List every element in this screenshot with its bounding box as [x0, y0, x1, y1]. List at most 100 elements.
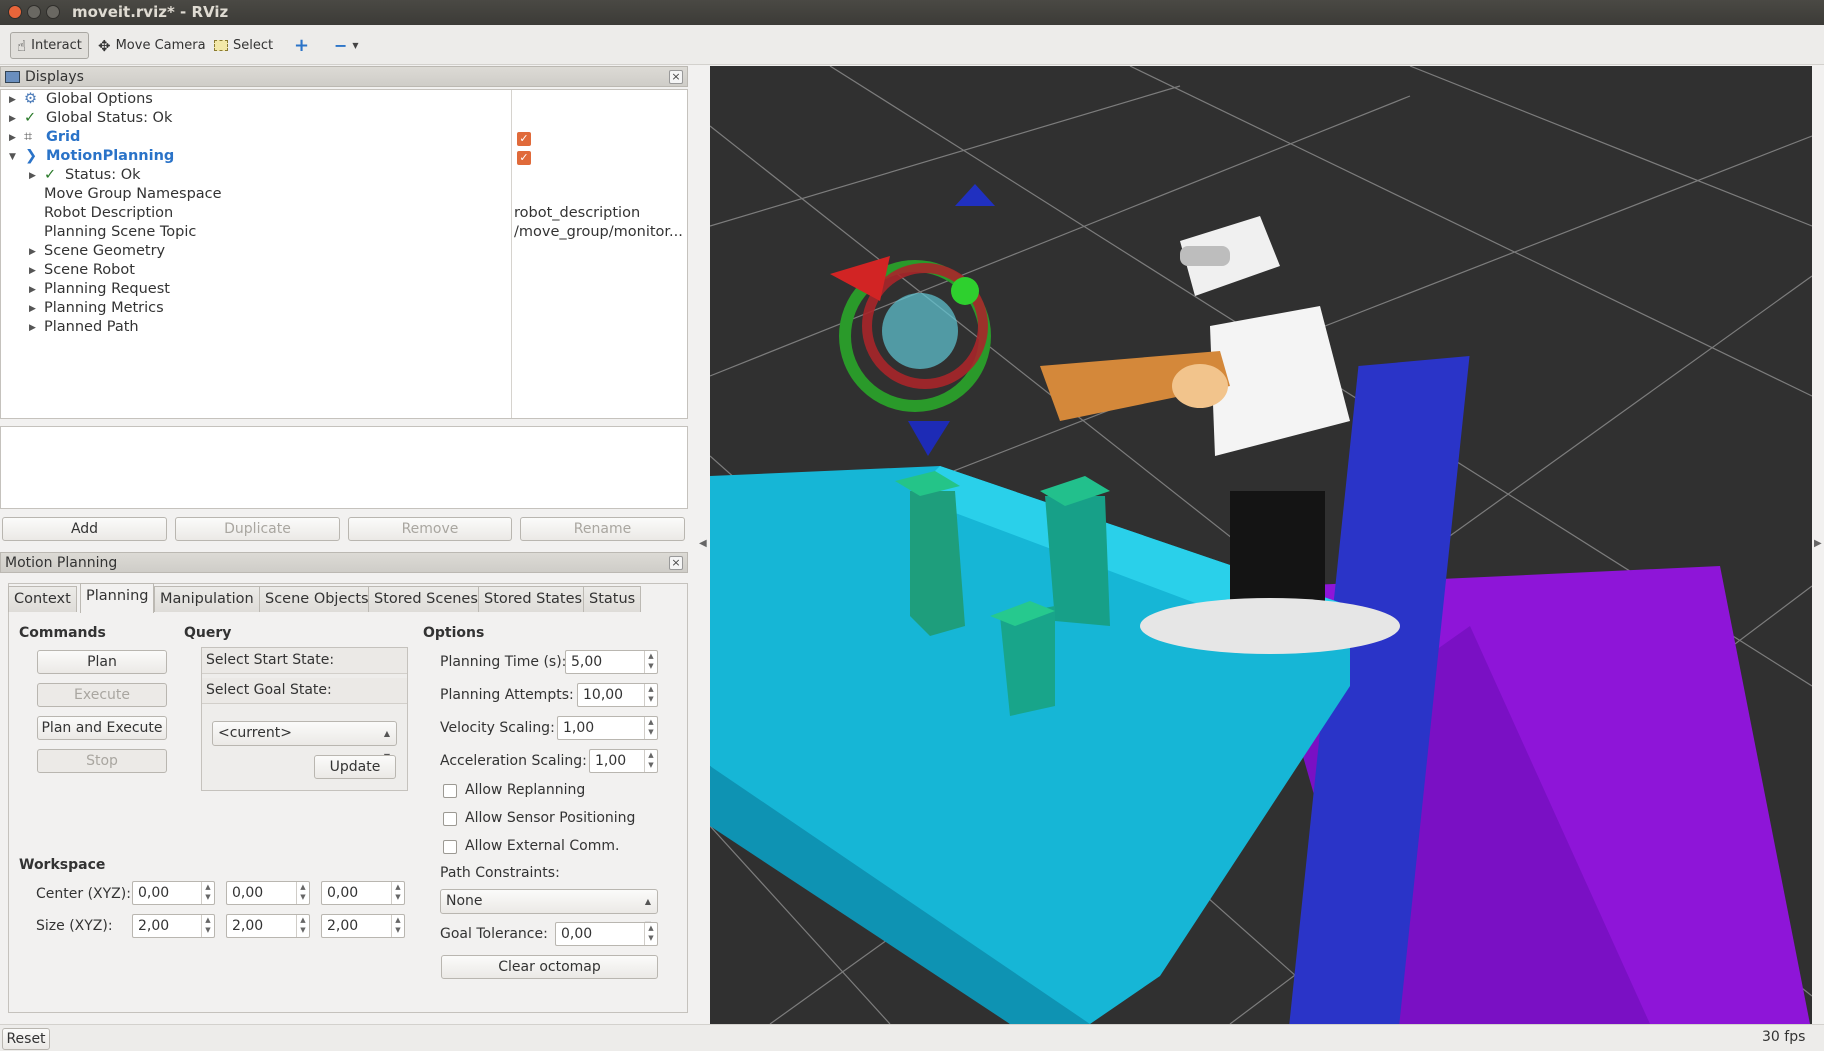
select-tool-button[interactable]: Select	[208, 32, 279, 59]
select-goal-state-row[interactable]: Select Goal State:	[202, 678, 407, 704]
expand-arrow-icon[interactable]: ▶	[29, 323, 36, 333]
expand-arrow-icon[interactable]: ▶	[29, 266, 36, 276]
size-x-input[interactable]: 2,00 ▲ ▼	[132, 914, 215, 938]
tab-stored-states[interactable]: Stored States	[478, 586, 589, 612]
tree-item-label: Planning Metrics	[44, 300, 164, 316]
displays-tree[interactable]: ▶ ⚙ Global Options ▶ ✓ Global Status: Ok…	[0, 89, 688, 419]
spin-arrows-icon[interactable]: ▲ ▼	[201, 915, 214, 937]
acceleration-scaling-input[interactable]: 1,00 ▲ ▼	[589, 749, 658, 773]
stop-button[interactable]: Stop	[37, 749, 167, 773]
spin-arrows-icon[interactable]: ▲ ▼	[644, 651, 657, 673]
collapse-left-icon[interactable]: ◀	[699, 538, 707, 549]
allow-external-comm-checkbox[interactable]	[443, 840, 457, 854]
tree-item-label: Planned Path	[44, 319, 139, 335]
spin-arrows-icon[interactable]: ▲ ▼	[296, 915, 309, 937]
remove-tool-button[interactable]: − ▼	[328, 32, 365, 59]
center-y-value: 0,00	[232, 885, 264, 901]
3d-viewport[interactable]	[710, 66, 1812, 1024]
size-z-input[interactable]: 2,00 ▲ ▼	[321, 914, 405, 938]
tree-item-label: Planning Scene Topic	[44, 224, 197, 240]
expand-arrow-icon[interactable]: ▶	[9, 95, 16, 105]
spin-arrows-icon[interactable]: ▲ ▼	[201, 882, 214, 904]
velocity-scaling-input[interactable]: 1,00 ▲ ▼	[557, 716, 658, 740]
path-constraints-select[interactable]: None ▲▼	[440, 889, 658, 929]
goal-tolerance-input[interactable]: 0,00 ▲ ▼	[555, 922, 658, 946]
collapse-right-icon[interactable]: ▶	[1814, 538, 1822, 549]
expand-arrow-icon[interactable]: ▶	[29, 304, 36, 314]
planning-time-value: 5,00	[571, 654, 603, 670]
tree-item-label: MotionPlanning	[46, 148, 175, 164]
planning-time-label: Planning Time (s):	[440, 654, 567, 670]
motion-planning-panel-title: Motion Planning	[5, 554, 118, 571]
add-display-button[interactable]: Add	[2, 517, 167, 541]
tab-status[interactable]: Status	[583, 586, 642, 612]
tab-planning[interactable]: Planning	[80, 583, 155, 613]
allow-sensor-positioning-checkbox[interactable]	[443, 812, 457, 826]
tree-item-label: Status: Ok	[65, 167, 141, 183]
execute-button[interactable]: Execute	[37, 683, 167, 707]
size-xyz-label: Size (XYZ):	[36, 918, 113, 934]
close-icon[interactable]: ×	[669, 556, 683, 570]
tree-item-label: Move Group Namespace	[44, 186, 222, 202]
spin-arrows-icon[interactable]: ▲ ▼	[296, 882, 309, 904]
planning-attempts-input[interactable]: 10,00 ▲ ▼	[577, 683, 658, 707]
interact-tool-button[interactable]: ☝ Interact	[10, 32, 89, 59]
spin-arrows-icon[interactable]: ▲ ▼	[644, 923, 657, 945]
expand-arrow-icon[interactable]: ▶	[9, 133, 16, 143]
add-tool-button[interactable]: +	[288, 32, 315, 59]
grid-enabled-checkbox[interactable]: ✓	[517, 132, 531, 146]
center-xyz-label: Center (XYZ):	[36, 886, 131, 902]
tree-item-label: Planning Request	[44, 281, 170, 297]
displays-panel-header: Displays ×	[0, 66, 688, 87]
robot-description-value[interactable]: robot_description	[514, 205, 640, 221]
duplicate-display-button[interactable]: Duplicate	[175, 517, 340, 541]
robot-torso-lower	[1230, 491, 1325, 611]
move-camera-tool-button[interactable]: ✥ Move Camera	[92, 32, 212, 59]
plan-button[interactable]: Plan	[37, 650, 167, 674]
allow-replanning-checkbox[interactable]	[443, 784, 457, 798]
spin-arrows-icon[interactable]: ▲ ▼	[391, 915, 404, 937]
update-button[interactable]: Update	[314, 755, 396, 779]
planning-scene-topic-value[interactable]: /move_group/monitor...	[514, 224, 683, 240]
tab-scene-objects[interactable]: Scene Objects	[259, 586, 375, 612]
minimize-window-button[interactable]	[27, 5, 41, 19]
collapse-arrow-icon[interactable]: ▼	[9, 152, 16, 162]
close-icon[interactable]: ×	[669, 70, 683, 84]
options-group-title: Options	[423, 625, 485, 641]
center-y-input[interactable]: 0,00 ▲ ▼	[226, 881, 310, 905]
rename-display-button[interactable]: Rename	[520, 517, 685, 541]
expand-arrow-icon[interactable]: ▶	[9, 114, 16, 124]
center-x-input[interactable]: 0,00 ▲ ▼	[132, 881, 215, 905]
maximize-window-button[interactable]	[46, 5, 60, 19]
planning-time-input[interactable]: 5,00 ▲ ▼	[565, 650, 658, 674]
expand-arrow-icon[interactable]: ▶	[29, 171, 36, 181]
marker-arrow-blue	[955, 184, 995, 206]
select-start-state-row[interactable]: Select Start State:	[202, 648, 407, 674]
acceleration-scaling-label: Acceleration Scaling:	[440, 753, 587, 769]
tab-manipulation[interactable]: Manipulation	[154, 586, 260, 612]
move-camera-icon: ✥	[98, 36, 111, 55]
marker-green-ball	[951, 277, 979, 305]
spin-arrows-icon[interactable]: ▲ ▼	[644, 750, 657, 772]
tab-stored-scenes[interactable]: Stored Scenes	[368, 586, 484, 612]
planning-attempts-label: Planning Attempts:	[440, 687, 574, 703]
close-window-button[interactable]	[8, 5, 22, 19]
clear-octomap-button[interactable]: Clear octomap	[441, 955, 658, 979]
motion-planning-icon: ❯	[25, 148, 38, 164]
reset-button[interactable]: Reset	[2, 1028, 50, 1050]
spin-arrows-icon[interactable]: ▲ ▼	[644, 684, 657, 706]
size-y-input[interactable]: 2,00 ▲ ▼	[226, 914, 310, 938]
tree-item-label: Scene Geometry	[44, 243, 166, 259]
motion-planning-enabled-checkbox[interactable]: ✓	[517, 151, 531, 165]
expand-arrow-icon[interactable]: ▶	[29, 247, 36, 257]
goal-state-select[interactable]: <current> ▲▼	[212, 721, 397, 761]
spin-arrows-icon[interactable]: ▲ ▼	[644, 717, 657, 739]
remove-display-button[interactable]: Remove	[348, 517, 512, 541]
expand-arrow-icon[interactable]: ▶	[29, 285, 36, 295]
path-constraints-value: None	[446, 893, 483, 909]
center-z-input[interactable]: 0,00 ▲ ▼	[321, 881, 405, 905]
tab-context[interactable]: Context	[8, 586, 77, 612]
robot-base	[1140, 598, 1400, 654]
plan-and-execute-button[interactable]: Plan and Execute	[37, 716, 167, 740]
spin-arrows-icon[interactable]: ▲ ▼	[391, 882, 404, 904]
